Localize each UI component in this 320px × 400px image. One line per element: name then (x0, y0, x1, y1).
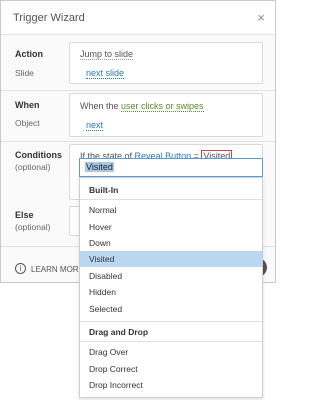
dropdown-group-builtin: Built-In (89, 185, 119, 195)
state-input-value[interactable]: Visited (85, 162, 114, 172)
else-sublabel: (optional) (15, 222, 51, 232)
when-section: When Object When the user clicks or swip… (1, 91, 275, 141)
dropdown-item-hidden[interactable]: Hidden (80, 284, 262, 300)
action-value[interactable]: Jump to slide (80, 49, 134, 60)
dropdown-divider (80, 341, 262, 342)
action-label: Action (15, 49, 43, 59)
when-object-link[interactable]: next (86, 120, 104, 131)
when-prefix: When the (80, 101, 122, 111)
dropdown-item-visited[interactable]: Visited (80, 251, 262, 267)
when-box[interactable]: When the user clicks or swipes next (69, 93, 263, 137)
dropdown-item-normal[interactable]: Normal (80, 202, 262, 218)
dropdown-divider (80, 199, 262, 200)
state-combobox-input[interactable]: Visited (79, 158, 263, 177)
dialog-title: Trigger Wizard (13, 12, 85, 24)
dropdown-divider (80, 321, 262, 322)
dropdown-item-drag-over[interactable]: Drag Over (80, 344, 262, 360)
action-section: Action Slide Jump to slide next slide (1, 36, 275, 91)
dropdown-item-hover[interactable]: Hover (80, 219, 262, 235)
else-label: Else (15, 210, 34, 220)
when-event-link[interactable]: user clicks or swipes (121, 101, 204, 112)
dropdown-group-dragdrop: Drag and Drop (89, 327, 149, 337)
action-target-link[interactable]: next slide (86, 68, 125, 79)
dropdown-item-drop-incorrect[interactable]: Drop Incorrect (80, 377, 262, 393)
close-icon[interactable]: × (257, 10, 265, 25)
dropdown-item-disabled[interactable]: Disabled (80, 268, 262, 284)
when-label: When (15, 100, 40, 110)
action-sublabel: Slide (15, 68, 34, 78)
when-sublabel: Object (15, 118, 40, 128)
state-dropdown-list: Built-In Normal Hover Down Visited Disab… (79, 177, 263, 398)
dropdown-item-selected[interactable]: Selected (80, 301, 262, 317)
learn-more-link[interactable]: LEARN MORE (31, 265, 84, 274)
dropdown-item-down[interactable]: Down (80, 235, 262, 251)
title-bar: Trigger Wizard × (1, 1, 275, 35)
when-sentence: When the user clicks or swipes (80, 101, 204, 112)
action-box[interactable]: Jump to slide next slide (69, 42, 263, 84)
conditions-sublabel: (optional) (15, 162, 51, 172)
dropdown-item-drop-correct[interactable]: Drop Correct (80, 361, 262, 377)
info-icon[interactable]: i (15, 263, 26, 274)
conditions-label: Conditions (15, 150, 62, 160)
